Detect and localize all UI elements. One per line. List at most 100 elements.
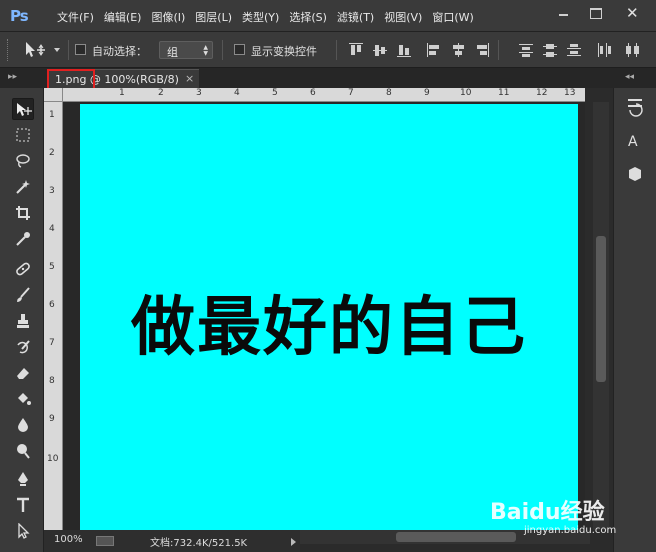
tools-panel xyxy=(0,88,44,552)
menu-select[interactable]: 选择(S) xyxy=(284,9,332,25)
ruler-label: 9 xyxy=(49,414,55,424)
ruler-label: 1 xyxy=(49,110,55,120)
ruler-label: 5 xyxy=(272,88,278,98)
ruler-label: 9 xyxy=(424,88,430,98)
distribute-horizontal-center-icon[interactable] xyxy=(624,42,640,58)
ruler-label: 1 xyxy=(119,88,125,98)
ruler-label: 12 xyxy=(536,88,548,98)
auto-select-label: 自动选择： xyxy=(92,45,147,58)
ruler-label: 4 xyxy=(234,88,240,98)
lasso-tool-icon[interactable] xyxy=(12,150,34,172)
auto-select-dropdown[interactable]: 组 ▲ ▼ xyxy=(159,41,213,59)
canvas-text-layer[interactable]: 做最好的自己 xyxy=(80,276,578,368)
clone-stamp-tool-icon[interactable] xyxy=(12,310,34,332)
ruler-label: 3 xyxy=(49,186,55,196)
ruler-label: 2 xyxy=(49,148,55,158)
options-bar: 自动选择： 组 ▲ ▼ 显示变换控件 xyxy=(0,32,656,68)
vertical-ruler[interactable]: 1 2 3 4 5 6 7 8 9 10 xyxy=(44,102,63,530)
ruler-label: 5 xyxy=(49,262,55,272)
ruler-label: 4 xyxy=(49,224,55,234)
ruler-origin[interactable] xyxy=(44,88,63,102)
tool-preset-dropdown-icon[interactable] xyxy=(54,48,60,52)
show-transform-label: 显示变换控件 xyxy=(251,45,317,58)
character-panel-letter: A xyxy=(628,134,638,150)
menu-view[interactable]: 视图(V) xyxy=(379,9,427,25)
vertical-scroll-thumb[interactable] xyxy=(596,236,606,382)
dodge-tool-icon[interactable] xyxy=(12,440,34,462)
separator xyxy=(68,40,69,60)
magic-wand-tool-icon[interactable] xyxy=(12,176,34,198)
brush-tool-icon[interactable] xyxy=(12,284,34,306)
spinner-arrows-icon: ▲ ▼ xyxy=(203,44,208,57)
auto-select-value: 组 xyxy=(167,46,178,59)
menu-image[interactable]: 图像(I) xyxy=(146,9,190,25)
history-panel-icon[interactable] xyxy=(622,96,648,120)
ruler-label: 3 xyxy=(196,88,202,98)
maximize-button[interactable] xyxy=(580,0,610,26)
auto-select-checkbox[interactable] xyxy=(75,44,86,55)
ruler-label: 7 xyxy=(348,88,354,98)
show-transform-checkbox[interactable] xyxy=(234,44,245,55)
distribute-vertical-center-icon[interactable] xyxy=(542,42,558,58)
status-bar: 100% 文档:732.4K/521.5K xyxy=(44,530,300,552)
menu-window[interactable]: 窗口(W) xyxy=(427,9,478,25)
vertical-scrollbar[interactable] xyxy=(593,102,609,530)
paint-bucket-tool-icon[interactable] xyxy=(12,388,34,410)
horizontal-ruler[interactable]: 1 2 3 4 5 6 7 8 9 10 11 12 13 xyxy=(63,88,585,102)
collapse-toolbar-icon[interactable]: ▸▸ xyxy=(8,72,17,82)
close-button[interactable]: ✕ xyxy=(612,0,652,26)
ruler-label: 8 xyxy=(386,88,392,98)
menu-filter[interactable]: 滤镜(T) xyxy=(332,9,379,25)
options-bar-grip[interactable] xyxy=(7,39,10,61)
type-tool-icon[interactable] xyxy=(12,494,34,516)
photoshop-logo: Ps xyxy=(10,7,29,25)
collapse-panels-icon[interactable]: ◂◂ xyxy=(625,72,634,82)
history-brush-tool-icon[interactable] xyxy=(12,336,34,358)
menu-layer[interactable]: 图层(L) xyxy=(190,9,237,25)
eraser-tool-icon[interactable] xyxy=(12,362,34,384)
menu-file[interactable]: 文件(F) xyxy=(52,9,99,25)
menu-type[interactable]: 类型(Y) xyxy=(237,9,284,25)
move-tool-icon[interactable] xyxy=(12,98,34,120)
distribute-bottom-icon[interactable] xyxy=(566,42,582,58)
align-left-icon[interactable] xyxy=(426,42,442,58)
document-info: 文档:732.4K/521.5K xyxy=(150,538,248,549)
ruler-label: 10 xyxy=(47,454,59,464)
align-vertical-center-icon[interactable] xyxy=(372,42,388,58)
marquee-tool-icon[interactable] xyxy=(12,124,34,146)
3d-panel-icon[interactable] xyxy=(622,164,648,188)
ruler-label: 2 xyxy=(158,88,164,98)
ruler-label: 11 xyxy=(498,88,510,98)
align-horizontal-center-icon[interactable] xyxy=(450,42,466,58)
menu-edit[interactable]: 编辑(E) xyxy=(99,9,147,25)
baidu-jingyan-watermark: Baidu经验 jingyan.baidu.com xyxy=(490,492,640,548)
separator xyxy=(222,40,223,60)
character-panel-icon[interactable]: A xyxy=(622,132,648,156)
document-canvas[interactable]: 做最好的自己 xyxy=(80,104,578,530)
zoom-level[interactable]: 100% xyxy=(54,534,83,545)
move-tool-preset-icon[interactable] xyxy=(24,41,48,59)
path-selection-tool-icon[interactable] xyxy=(12,520,34,542)
align-top-icon[interactable] xyxy=(348,42,364,58)
minimize-button[interactable] xyxy=(548,0,578,26)
crop-tool-icon[interactable] xyxy=(12,202,34,224)
ruler-label: 8 xyxy=(49,376,55,386)
pen-tool-icon[interactable] xyxy=(12,468,34,490)
blur-tool-icon[interactable] xyxy=(12,414,34,436)
status-menu-arrow-icon[interactable] xyxy=(291,538,296,546)
distribute-left-icon[interactable] xyxy=(596,42,612,58)
menu-items: 文件(F) 编辑(E) 图像(I) 图层(L) 类型(Y) 选择(S) 滤镜(T… xyxy=(52,9,479,25)
ruler-label: 6 xyxy=(310,88,316,98)
separator xyxy=(336,40,337,60)
preview-icon[interactable] xyxy=(96,536,114,546)
distribute-top-icon[interactable] xyxy=(518,42,534,58)
healing-brush-tool-icon[interactable] xyxy=(12,258,34,280)
ruler-label: 7 xyxy=(49,338,55,348)
close-icon: ✕ xyxy=(626,4,639,22)
ruler-label: 6 xyxy=(49,300,55,310)
align-right-icon[interactable] xyxy=(474,42,490,58)
align-bottom-icon[interactable] xyxy=(396,42,412,58)
tab-close-icon[interactable]: × xyxy=(185,72,194,85)
eyedropper-tool-icon[interactable] xyxy=(12,228,34,250)
watermark-url: jingyan.baidu.com xyxy=(524,525,617,536)
